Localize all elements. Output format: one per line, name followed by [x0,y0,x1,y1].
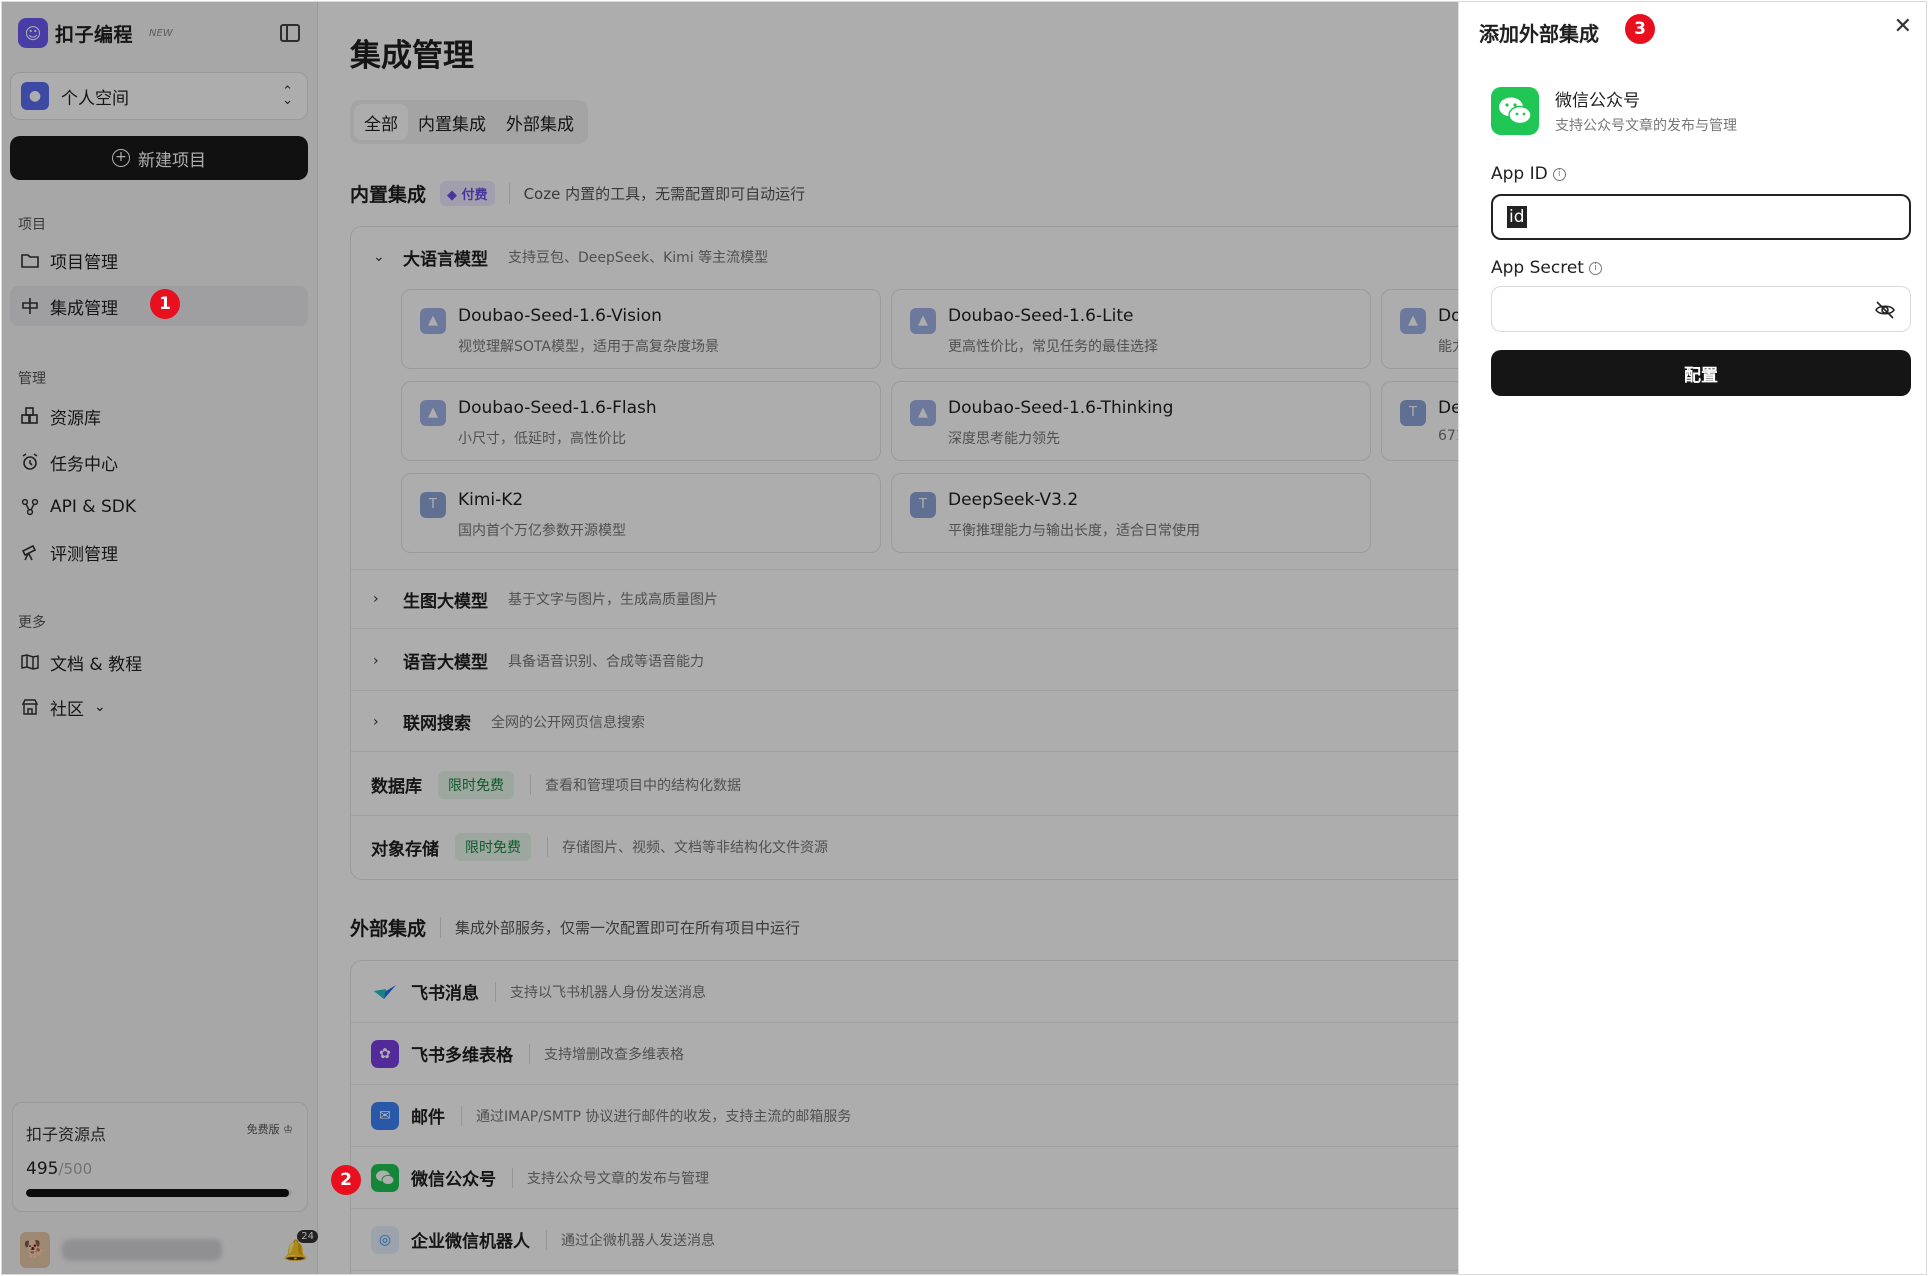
step-marker-2: 2 [331,1165,361,1195]
selected-app-info: 微信公众号 支持公众号文章的发布与管理 [1555,86,1737,135]
drawer-title-row: 添加外部集成 [1479,18,1599,47]
app-desc: 支持公众号文章的发布与管理 [1555,118,1737,134]
info-icon: i [1552,167,1566,181]
configure-button[interactable]: 配置 [1491,350,1911,396]
app-name: 微信公众号 [1555,91,1640,111]
app-id-label-text: App ID [1491,164,1548,184]
app-secret-input[interactable] [1491,286,1911,332]
selected-app: 微信公众号 支持公众号文章的发布与管理 [1491,86,1737,135]
app-window: ☺ 扣子编程 NEW ● 个人空间 ⌃ ⌄ + 新建项目 项目 项目管理 集成管理 [1,1,1927,1275]
app-id-input[interactable]: id [1491,194,1911,240]
modal-backdrop[interactable] [2,2,1458,1274]
step-marker-1: 1 [150,289,180,319]
app-secret-label: App Secret i [1491,258,1602,278]
app-id-value: id [1507,206,1527,228]
eye-off-icon[interactable] [1874,299,1896,321]
info-icon: i [1588,261,1602,275]
drawer-title: 添加外部集成 [1479,22,1599,46]
close-icon[interactable]: ✕ [1894,14,1912,39]
step-marker-3: 3 [1625,14,1655,44]
wechat-icon [1491,86,1539,135]
add-external-integration-drawer: 添加外部集成 3 ✕ 微信公众号 支持公众号文章的发布与管理 App ID i i… [1458,2,1926,1274]
app-secret-label-text: App Secret [1491,258,1584,278]
app-id-label: App ID i [1491,164,1566,184]
